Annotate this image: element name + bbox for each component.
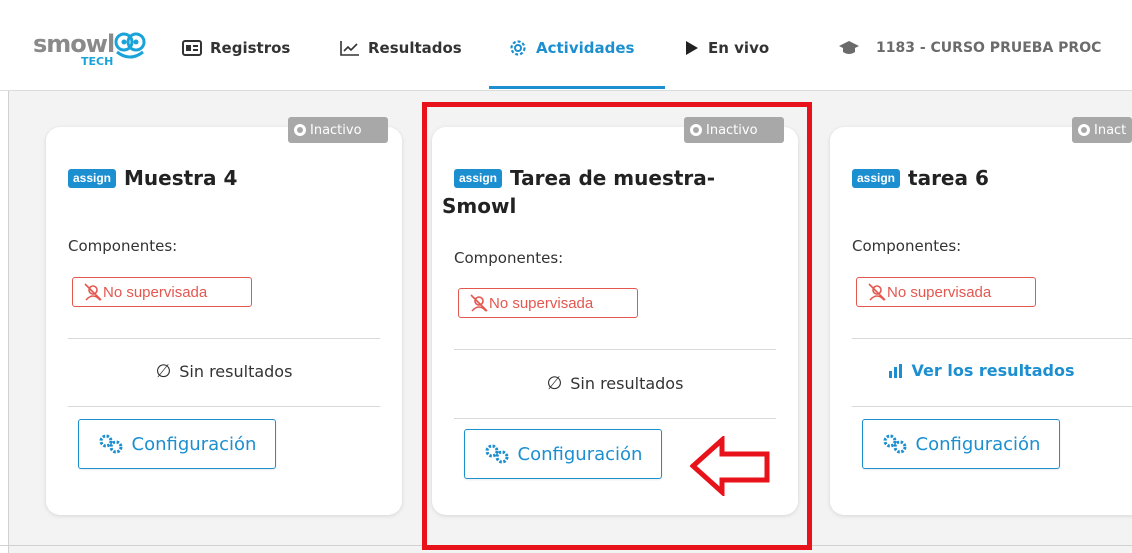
nav-registros[interactable]: Registros	[182, 36, 290, 60]
results-status: ∅ Sin resultados	[46, 361, 402, 382]
smowl-logo[interactable]: smowl TECH	[33, 30, 163, 70]
left-arrow-annotation-icon	[690, 436, 770, 496]
supervision-badge: No supervisada	[856, 277, 1036, 307]
graduation-cap-icon	[839, 41, 859, 54]
gears-icon	[99, 434, 123, 454]
nav-actividades-label: Actividades	[536, 39, 635, 57]
play-icon	[686, 41, 698, 55]
card-title-row: assign tarea 6	[852, 164, 989, 192]
course-name: 1183 - CURSO PRUEBA PROC	[876, 40, 1102, 56]
divider	[68, 338, 380, 339]
nav-en-vivo-label: En vivo	[708, 39, 770, 57]
view-results-label: Ver los resultados	[911, 361, 1075, 380]
card-title: Muestra 4	[124, 166, 238, 190]
supervision-label: No supervisada	[103, 283, 208, 301]
configuration-button[interactable]: Configuración	[862, 419, 1060, 469]
nav-resultados-label: Resultados	[368, 39, 462, 57]
status-label: Inact	[1094, 122, 1127, 138]
assign-badge: assign	[68, 169, 117, 188]
configuration-label: Configuración	[915, 433, 1041, 455]
card-title: tarea 6	[908, 166, 989, 190]
divider	[68, 406, 380, 407]
gear-icon	[510, 40, 526, 56]
status-label: Inactivo	[310, 122, 362, 138]
status-dot-icon	[294, 124, 306, 136]
configuration-button[interactable]: Configuración	[78, 419, 276, 469]
components-label: Componentes:	[68, 237, 178, 255]
status-badge: Inact	[1072, 117, 1132, 143]
nav-resultados[interactable]: Resultados	[340, 36, 462, 60]
status-dot-icon	[1078, 124, 1090, 136]
status-badge: Inactivo	[288, 117, 388, 143]
divider	[852, 338, 1132, 339]
activity-card: Inactivo assign Muestra 4 Componentes: N…	[46, 117, 402, 515]
logo-subtext: TECH	[81, 55, 114, 68]
results-label: Sin resultados	[179, 362, 293, 381]
chart-line-icon	[340, 41, 359, 56]
card-title-row: assign Muestra 4	[68, 164, 237, 192]
nav-actividades[interactable]: Actividades	[508, 36, 634, 60]
active-tab-indicator	[489, 86, 665, 89]
no-supervision-icon	[868, 283, 886, 301]
id-card-icon	[182, 40, 202, 56]
empty-set-icon: ∅	[155, 361, 172, 382]
supervision-label: No supervisada	[887, 283, 992, 301]
divider	[852, 406, 1132, 407]
view-results-link[interactable]: Ver los resultados	[830, 361, 1132, 380]
course-selector[interactable]: 1183 - CURSO PRUEBA PROC	[838, 36, 1101, 60]
no-supervision-icon	[84, 283, 102, 301]
logo-text: smowl	[33, 30, 115, 58]
nav-registros-label: Registros	[210, 39, 291, 57]
bar-chart-icon	[888, 363, 902, 378]
assign-badge: assign	[852, 169, 901, 188]
supervision-badge: No supervisada	[72, 277, 252, 307]
top-navigation-bar: smowl TECH Registros Resultados Activida…	[0, 0, 1132, 91]
nav-en-vivo[interactable]: En vivo	[684, 36, 769, 60]
configuration-label: Configuración	[131, 433, 257, 455]
gears-icon	[883, 434, 907, 454]
components-label: Componentes:	[852, 237, 962, 255]
activity-card: Inact assign tarea 6 Componentes: No sup…	[830, 117, 1132, 515]
owl-icon	[114, 32, 146, 59]
